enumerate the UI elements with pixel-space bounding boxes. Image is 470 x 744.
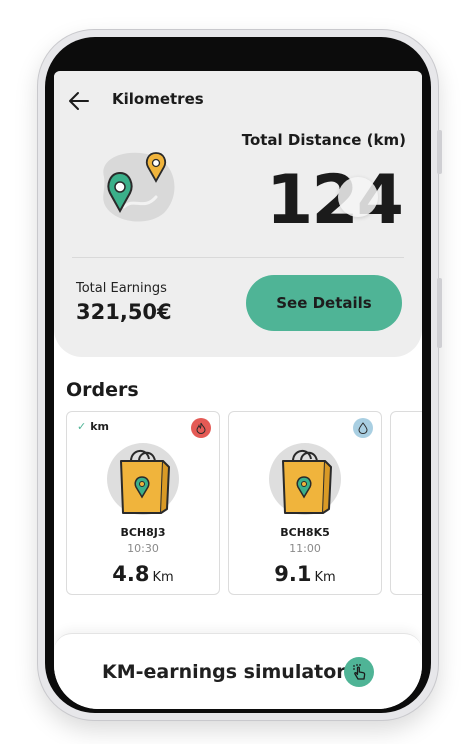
summary-card: Kilometres Total Distance (km) 124 Total… (54, 71, 422, 357)
order-distance-unit: Km (152, 570, 174, 585)
total-distance-label: Total Distance (km) (241, 131, 406, 149)
volume-button (437, 130, 442, 174)
power-button (437, 278, 442, 348)
shopping-bag-icon (107, 443, 179, 515)
fire-icon (191, 418, 211, 438)
map-pins-illustration (103, 152, 175, 222)
page-title: Kilometres (112, 90, 204, 108)
divider (72, 257, 404, 258)
order-time: 10:30 (127, 542, 159, 555)
order-time: 11:00 (289, 542, 321, 555)
shopping-bag-icon (269, 443, 341, 515)
water-drop-icon (353, 418, 373, 438)
order-distance-value: 9.1 (274, 562, 312, 586)
km-earnings-simulator-button[interactable]: KM-earnings simulator (54, 633, 422, 709)
order-card-partial[interactable] (390, 411, 422, 595)
checkmark-icon: ✓ (77, 420, 87, 433)
total-distance-value: 124 (266, 161, 404, 240)
back-arrow-icon[interactable] (68, 90, 90, 112)
phone-frame: Kilometres Total Distance (km) 124 Total… (38, 30, 442, 720)
app-screen: Kilometres Total Distance (km) 124 Total… (54, 71, 422, 709)
order-card[interactable]: BCH8K5 11:00 9.1 Km (228, 411, 382, 595)
order-distance-value: 4.8 (112, 562, 150, 586)
total-earnings-value: 321,50€ (76, 300, 172, 324)
tap-icon (344, 657, 374, 687)
see-details-button[interactable]: See Details (246, 275, 402, 331)
orders-heading: Orders (66, 379, 139, 401)
order-distance: 4.8 Km (67, 562, 219, 586)
order-distance-unit: Km (314, 570, 336, 585)
slider-knob[interactable] (338, 177, 378, 217)
order-code: BCH8J3 (120, 526, 166, 539)
km-badge: ✓ km (77, 420, 109, 433)
order-distance: 9.1 Km (229, 562, 381, 586)
total-earnings-label: Total Earnings (76, 281, 167, 296)
simulator-label: KM-earnings simulator (102, 661, 346, 683)
order-card[interactable]: ✓ km BCH8J3 10:30 4.8 Km (66, 411, 220, 595)
order-code: BCH8K5 (280, 526, 330, 539)
km-badge-label: km (90, 420, 109, 433)
